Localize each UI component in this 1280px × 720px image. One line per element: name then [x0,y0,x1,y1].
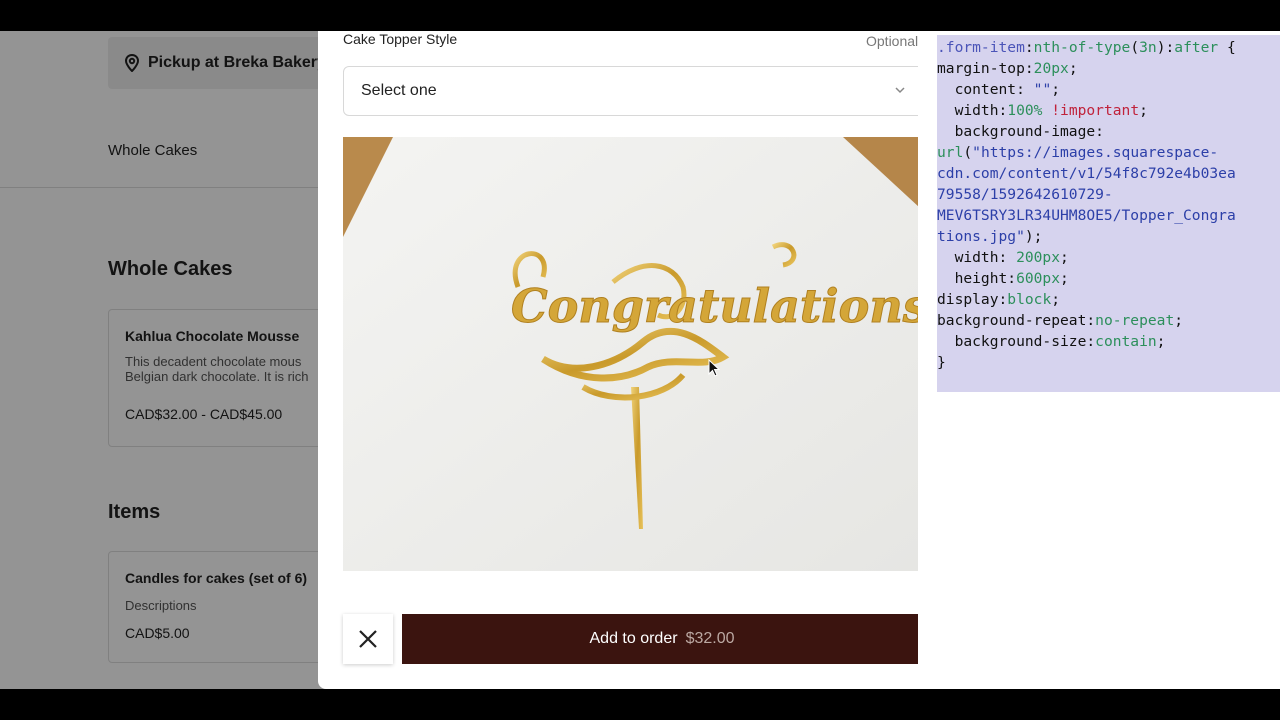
add-to-order-button[interactable]: Add to order $32.00 [402,614,918,664]
topper-style-select[interactable]: Select one [343,66,918,116]
screen: Pickup at Breka Bakery Whole Cakes Whole… [0,31,1280,689]
url-line-2: cdn.com/content/v1/54f8c792e4b03ea [937,165,1236,182]
url-line-5: tions.jpg [937,228,1017,245]
url-line-3: 79558/1592642610729- [937,186,1113,203]
css-code-panel: .form-item:nth-of-type(3n):after { margi… [937,35,1280,392]
url-line-1: https://images.squarespace- [980,144,1219,161]
close-button[interactable] [343,614,393,664]
css-code: .form-item:nth-of-type(3n):after { margi… [937,39,1236,371]
add-button-price: $32.00 [685,630,735,647]
add-button-label: Add to order [589,630,678,647]
close-icon [359,630,377,648]
field-label: Cake Topper Style [343,31,458,47]
select-value: Select one [361,82,437,99]
cake-topper-image: Congratulations [343,137,918,571]
mouse-cursor-icon [708,359,720,377]
chevron-down-icon [895,87,905,94]
topper-text: Congratulations [511,279,918,333]
optional-label: Optional [866,33,918,49]
url-line-4: MEV6TSRY3LR34UHM8OE5/Topper_Congra [937,207,1236,224]
product-options-modal: Cake Topper Style Optional Select one Co… [318,31,918,689]
